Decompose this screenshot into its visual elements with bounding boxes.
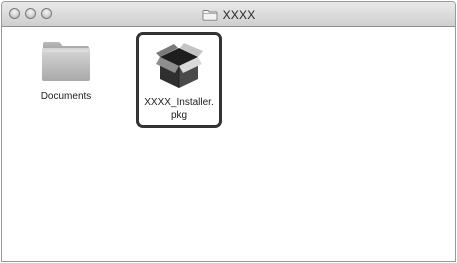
file-view: Documents XXXX_Installer.pkg: [2, 27, 455, 261]
file-item-documents[interactable]: Documents: [25, 39, 107, 119]
title-bar[interactable]: XXXX: [2, 2, 455, 27]
finder-window: XXXX Documents XXXX_Installer.pkg: [1, 1, 456, 262]
window-title: XXXX: [222, 7, 256, 22]
package-icon: [156, 43, 203, 88]
file-item-installer-pkg[interactable]: XXXX_Installer.pkg: [136, 32, 222, 128]
folder-icon: [202, 9, 218, 21]
folder-icon: [42, 42, 90, 81]
file-label: Documents: [40, 91, 92, 102]
file-label: XXXX_Installer.pkg: [144, 97, 214, 121]
window-title-group: XXXX: [2, 7, 455, 22]
